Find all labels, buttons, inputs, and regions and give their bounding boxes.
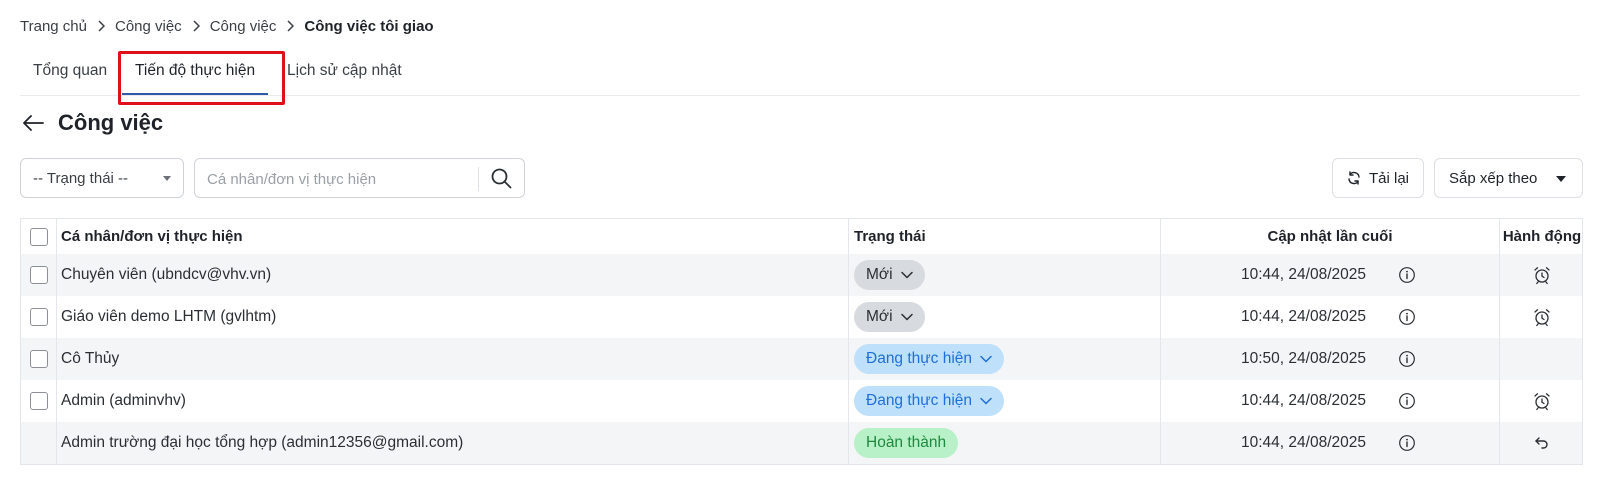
table-header: Cá nhân/đơn vị thực hiện Trạng thái Cập … [21,219,1582,254]
alarm-clock-icon[interactable] [1532,265,1552,285]
breadcrumb: Trang chủ Công việc Công việc Công việc … [20,16,434,36]
alarm-clock-icon[interactable] [1532,391,1552,411]
info-icon[interactable] [1398,350,1416,368]
last-updated-time: 10:44, 24/08/2025 [1241,434,1366,451]
row-checkbox[interactable] [29,308,48,326]
page-header: Công việc [20,108,163,138]
search-box [194,158,525,198]
table-body: Chuyên viên (ubndcv@vhv.vn) Mới 10:44, 24/… [21,254,1582,464]
status-badge[interactable]: Mới [854,302,925,332]
chevron-down-icon [900,271,913,279]
status-label: Mới [866,266,893,283]
status-badge: Hoàn thành [854,428,959,458]
breadcrumb-item-tasks-2[interactable]: Công việc [210,18,277,35]
status-badge[interactable]: Đang thực hiện [854,386,1005,416]
last-updated-time: 10:50, 24/08/2025 [1241,350,1366,367]
column-header-action: Hành động [1502,228,1582,245]
status-label: Hoàn thành [866,434,947,451]
chevron-down-icon [980,355,992,363]
toolbar: -- Trạng thái -- Tải lại Sắp xếp theo [20,158,1583,198]
row-checkbox[interactable] [29,350,48,368]
breadcrumb-current: Công việc tôi giao [304,17,434,35]
reload-label: Tải lại [1368,169,1409,187]
status-label: Mới [866,308,893,325]
assignee-name: Giáo viên demo LHTM (gvlhtm) [61,308,277,325]
search-icon[interactable] [478,159,524,197]
column-header-name: Cá nhân/đơn vị thực hiện [57,219,849,254]
last-updated-time: 10:44, 24/08/2025 [1241,266,1366,283]
chevron-right-icon [192,20,200,32]
row-checkbox[interactable] [29,392,48,410]
status-badge[interactable]: Mới [854,260,925,290]
caret-down-icon [163,176,171,181]
search-input[interactable] [207,167,479,191]
caret-down-icon [1556,176,1566,182]
select-all-checkbox[interactable] [29,227,48,246]
status-filter-value: -- Trạng thái -- [33,169,129,187]
assignee-name: Admin trường đại học tổng hợp (admin1235… [61,434,464,451]
column-header-updated: Cập nhật lần cuối [1161,219,1500,254]
tab-bar: Tổng quan Tiến độ thực hiện Lịch sử cập … [20,50,1580,96]
assignee-table: Cá nhân/đơn vị thực hiện Trạng thái Cập … [20,218,1583,465]
table-row[interactable]: Chuyên viên (ubndcv@vhv.vn) Mới 10:44, 24/… [21,254,1582,296]
last-updated-time: 10:44, 24/08/2025 [1241,392,1366,409]
assignee-name: Cô Thủy [61,350,120,367]
assignee-name: Chuyên viên (ubndcv@vhv.vn) [61,266,272,283]
info-icon[interactable] [1398,434,1416,452]
table-row[interactable]: Cô Thủy Đang thực hiện 10:50, 24/08/2025 [21,338,1582,380]
column-header-status: Trạng thái [849,219,1161,254]
status-label: Đang thực hiện [866,350,973,367]
sort-by-label: Sắp xếp theo [1449,169,1538,187]
info-icon[interactable] [1398,266,1416,284]
alarm-clock-icon[interactable] [1532,307,1552,327]
info-icon[interactable] [1398,308,1416,326]
tab-progress[interactable]: Tiến độ thực hiện [122,50,269,95]
status-label: Đang thực hiện [866,392,973,409]
status-badge[interactable]: Đang thực hiện [854,344,1005,374]
reload-button[interactable]: Tải lại [1332,158,1424,198]
table-row[interactable]: Giáo viên demo LHTM (gvlhtm) Mới 10:44, 24… [21,296,1582,338]
status-filter-select[interactable]: -- Trạng thái -- [20,158,184,198]
chevron-right-icon [97,20,105,32]
last-updated-time: 10:44, 24/08/2025 [1241,308,1366,325]
chevron-down-icon [900,313,913,321]
assignee-name: Admin (adminvhv) [61,392,186,409]
tab-update-history[interactable]: Lịch sử cập nhật [287,50,402,95]
info-icon[interactable] [1398,392,1416,410]
page-title: Công việc [58,110,164,135]
breadcrumb-item-tasks[interactable]: Công việc [115,18,182,35]
chevron-right-icon [286,20,295,32]
breadcrumb-item-home[interactable]: Trang chủ [20,18,87,35]
refresh-icon [1348,171,1360,185]
chevron-down-icon [980,397,992,405]
table-row[interactable]: Admin (adminvhv) Đang thực hiện 10:44, 24/… [21,380,1582,422]
tab-overview[interactable]: Tổng quan [33,50,107,95]
back-arrow-icon[interactable] [20,110,46,136]
table-row[interactable]: Admin trường đại học tổng hợp (admin1235… [21,422,1582,464]
undo-icon[interactable] [1532,433,1552,453]
sort-by-dropdown[interactable]: Sắp xếp theo [1434,158,1583,198]
row-checkbox[interactable] [29,266,48,284]
